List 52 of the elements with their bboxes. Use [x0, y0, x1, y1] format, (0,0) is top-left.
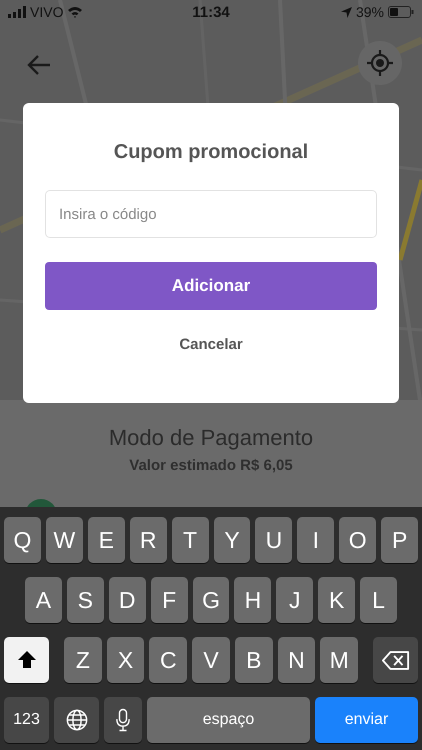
- carrier-name: VIVO: [30, 4, 64, 20]
- crosshair-icon: [367, 50, 393, 76]
- keyboard-key[interactable]: C: [149, 637, 188, 683]
- keyboard-key[interactable]: G: [192, 577, 230, 623]
- keyboard-key[interactable]: I: [297, 517, 334, 563]
- add-button[interactable]: Adicionar: [45, 262, 377, 310]
- wifi-icon: [67, 6, 84, 18]
- shift-key[interactable]: [4, 637, 49, 683]
- keyboard-key[interactable]: O: [339, 517, 376, 563]
- backspace-key[interactable]: [373, 637, 418, 683]
- keyboard-key[interactable]: H: [234, 577, 272, 623]
- keyboard-key[interactable]: F: [150, 577, 188, 623]
- keyboard-key[interactable]: Z: [64, 637, 102, 683]
- keyboard-key[interactable]: Y: [214, 517, 250, 563]
- dialog-title: Cupom promocional: [114, 141, 308, 164]
- space-key[interactable]: espaço: [147, 697, 310, 743]
- microphone-key[interactable]: [104, 697, 142, 743]
- keyboard-key[interactable]: J: [276, 577, 314, 623]
- keyboard-key[interactable]: L: [360, 577, 398, 623]
- backspace-icon: [382, 650, 410, 670]
- back-arrow-icon: [27, 55, 51, 75]
- keyboard-key[interactable]: Q: [4, 517, 41, 563]
- signal-icon: [8, 6, 26, 18]
- microphone-icon: [116, 708, 130, 732]
- keyboard-key[interactable]: K: [318, 577, 356, 623]
- globe-icon: [66, 709, 88, 731]
- keyboard-key[interactable]: E: [88, 517, 125, 563]
- keyboard-key[interactable]: D: [108, 577, 146, 623]
- keyboard-key[interactable]: P: [381, 517, 418, 563]
- globe-key[interactable]: [54, 697, 99, 743]
- keyboard-key[interactable]: A: [25, 577, 62, 623]
- number-mode-key[interactable]: 123: [4, 697, 49, 743]
- keyboard-key[interactable]: V: [192, 637, 230, 683]
- keyboard-key[interactable]: S: [66, 577, 104, 623]
- keyboard-key[interactable]: W: [46, 517, 83, 563]
- code-field[interactable]: Insira o código: [45, 190, 377, 238]
- battery-icon: [388, 6, 414, 18]
- keyboard-key[interactable]: M: [320, 637, 358, 683]
- keyboard-key[interactable]: R: [130, 517, 167, 563]
- battery-percent: 39%: [356, 4, 384, 20]
- keyboard-key[interactable]: N: [278, 637, 316, 683]
- shift-arrow-icon: [16, 650, 36, 670]
- estimated-value: Valor estimado R$ 6,05: [129, 457, 293, 474]
- keyboard-key[interactable]: T: [172, 517, 209, 563]
- keyboard-key[interactable]: B: [234, 637, 273, 683]
- keyboard-key[interactable]: X: [106, 637, 144, 683]
- keyboard-key[interactable]: U: [255, 517, 292, 563]
- clock-time: 11:34: [192, 4, 230, 20]
- sheet-title: Modo de Pagamento: [108, 425, 314, 451]
- location-arrow-icon: [340, 6, 352, 18]
- send-key[interactable]: enviar: [315, 697, 418, 743]
- cancel-button[interactable]: Cancelar: [175, 332, 247, 357]
